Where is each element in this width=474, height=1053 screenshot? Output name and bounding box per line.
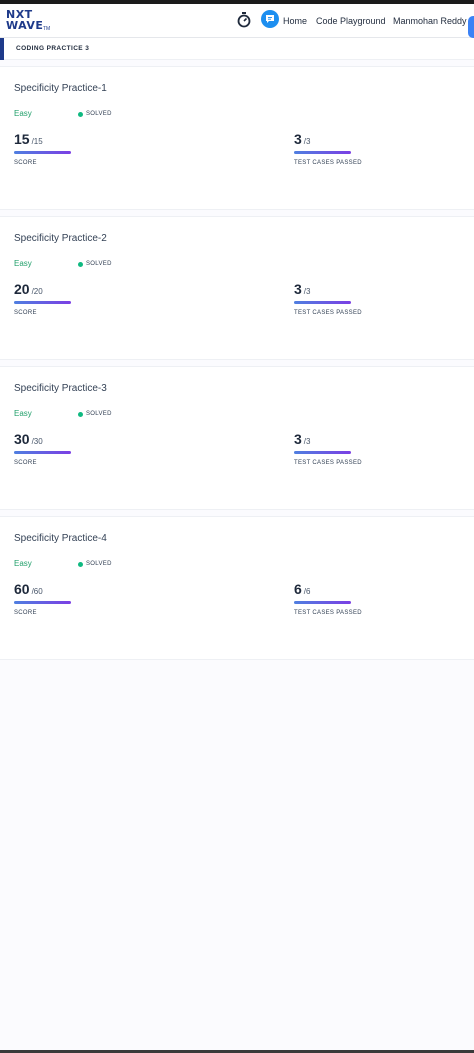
score-progress-bar bbox=[14, 601, 71, 604]
logo-tm: TM bbox=[43, 26, 51, 32]
breadcrumb-accent-bar bbox=[0, 38, 4, 60]
test-cases-label: TEST CASES PASSED bbox=[294, 610, 362, 616]
question-card[interactable]: Specificity Practice-4 Easy SOLVED 60/60… bbox=[0, 516, 474, 660]
score-value: 15 bbox=[14, 131, 30, 147]
test-cases-value: 3 bbox=[294, 131, 302, 147]
test-cases-total: /6 bbox=[303, 587, 311, 596]
test-cases-metric: 6/6 TEST CASES PASSED bbox=[294, 581, 414, 621]
test-cases-value-wrap: 3/3 bbox=[294, 281, 310, 297]
nav-user-name[interactable]: Manmohan Reddy bbox=[393, 16, 467, 26]
difficulty-badge: Easy bbox=[14, 559, 32, 568]
score-value: 30 bbox=[14, 431, 30, 447]
score-label: SCORE bbox=[14, 610, 37, 616]
test-cases-value-wrap: 3/3 bbox=[294, 131, 310, 147]
score-metric: 60/60 SCORE bbox=[14, 581, 134, 621]
question-title[interactable]: Specificity Practice-3 bbox=[14, 383, 107, 394]
score-label: SCORE bbox=[14, 310, 37, 316]
breadcrumb-title: CODING PRACTICE 3 bbox=[16, 45, 90, 52]
score-progress-bar bbox=[14, 451, 71, 454]
score-label: SCORE bbox=[14, 160, 37, 166]
status-badge: SOLVED bbox=[86, 111, 112, 117]
question-title[interactable]: Specificity Practice-2 bbox=[14, 233, 107, 244]
test-cases-value: 6 bbox=[294, 581, 302, 597]
solved-status-dot bbox=[78, 262, 83, 267]
test-cases-metric: 3/3 TEST CASES PASSED bbox=[294, 281, 414, 321]
score-metric: 15/15 SCORE bbox=[14, 131, 134, 171]
stopwatch-icon[interactable] bbox=[237, 12, 251, 28]
test-cases-label: TEST CASES PASSED bbox=[294, 310, 362, 316]
difficulty-badge: Easy bbox=[14, 409, 32, 418]
test-cases-metric: 3/3 TEST CASES PASSED bbox=[294, 431, 414, 471]
question-card[interactable]: Specificity Practice-2 Easy SOLVED 20/20… bbox=[0, 216, 474, 360]
score-label: SCORE bbox=[14, 460, 37, 466]
score-total: /15 bbox=[31, 137, 43, 146]
score-metric: 20/20 SCORE bbox=[14, 281, 134, 321]
test-cases-value-wrap: 6/6 bbox=[294, 581, 310, 597]
solved-status-dot bbox=[78, 112, 83, 117]
question-card[interactable]: Specificity Practice-3 Easy SOLVED 30/30… bbox=[0, 366, 474, 510]
score-total: /60 bbox=[31, 587, 43, 596]
breadcrumb: CODING PRACTICE 3 bbox=[0, 38, 474, 60]
score-value-wrap: 20/20 bbox=[14, 281, 43, 297]
test-cases-value-wrap: 3/3 bbox=[294, 431, 310, 447]
score-value-wrap: 30/30 bbox=[14, 431, 43, 447]
score-value-wrap: 15/15 bbox=[14, 131, 43, 147]
test-cases-progress-bar bbox=[294, 151, 351, 154]
score-value: 20 bbox=[14, 281, 30, 297]
question-title[interactable]: Specificity Practice-1 bbox=[14, 83, 107, 94]
question-card[interactable]: Specificity Practice-1 Easy SOLVED 15/15… bbox=[0, 66, 474, 210]
question-title[interactable]: Specificity Practice-4 bbox=[14, 533, 107, 544]
score-progress-bar bbox=[14, 301, 71, 304]
status-badge: SOLVED bbox=[86, 561, 112, 567]
score-metric: 30/30 SCORE bbox=[14, 431, 134, 471]
test-cases-label: TEST CASES PASSED bbox=[294, 460, 362, 466]
score-total: /20 bbox=[31, 287, 43, 296]
nxtwave-logo[interactable]: NXT WAVE TM bbox=[6, 9, 54, 35]
status-badge: SOLVED bbox=[86, 261, 112, 267]
solved-status-dot bbox=[78, 562, 83, 567]
test-cases-progress-bar bbox=[294, 301, 351, 304]
test-cases-metric: 3/3 TEST CASES PASSED bbox=[294, 131, 414, 171]
top-navbar: NXT WAVE TM Home Code Playground Manmoha… bbox=[0, 4, 474, 38]
test-cases-progress-bar bbox=[294, 451, 351, 454]
nav-link-code-playground[interactable]: Code Playground bbox=[316, 16, 386, 26]
status-badge: SOLVED bbox=[86, 411, 112, 417]
score-value-wrap: 60/60 bbox=[14, 581, 43, 597]
test-cases-total: /3 bbox=[303, 287, 311, 296]
test-cases-label: TEST CASES PASSED bbox=[294, 160, 362, 166]
difficulty-badge: Easy bbox=[14, 109, 32, 118]
score-progress-bar bbox=[14, 151, 71, 154]
test-cases-value: 3 bbox=[294, 431, 302, 447]
chat-bubble-icon[interactable] bbox=[261, 10, 279, 28]
solved-status-dot bbox=[78, 412, 83, 417]
test-cases-total: /3 bbox=[303, 437, 311, 446]
avatar[interactable] bbox=[468, 16, 474, 38]
test-cases-progress-bar bbox=[294, 601, 351, 604]
test-cases-total: /3 bbox=[303, 137, 311, 146]
score-total: /30 bbox=[31, 437, 43, 446]
score-value: 60 bbox=[14, 581, 30, 597]
nav-link-home[interactable]: Home bbox=[283, 16, 307, 26]
test-cases-value: 3 bbox=[294, 281, 302, 297]
difficulty-badge: Easy bbox=[14, 259, 32, 268]
